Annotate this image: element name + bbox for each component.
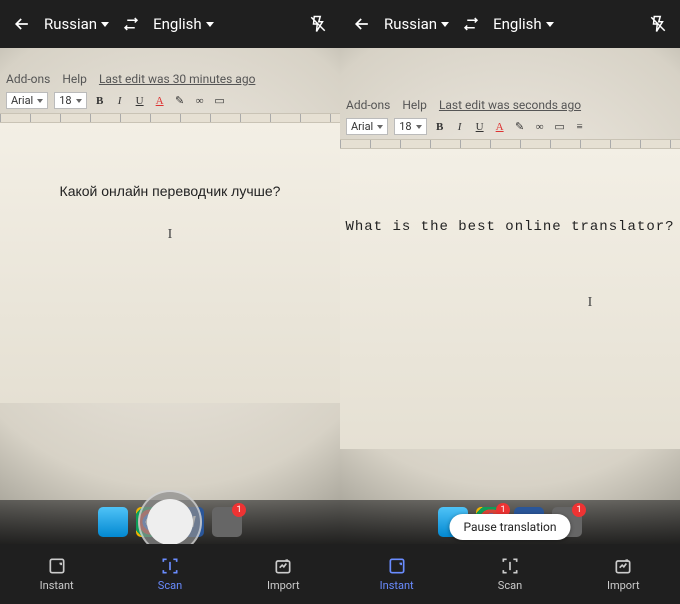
text-cursor-icon: I — [166, 227, 174, 243]
text-color-icon: A — [153, 94, 167, 108]
target-language-picker[interactable]: English — [149, 15, 218, 33]
nav-instant-label: Instant — [380, 579, 414, 592]
bold-icon: B — [93, 94, 107, 108]
source-language-label: Russian — [384, 15, 437, 33]
menu-addons: Add-ons — [6, 72, 50, 86]
nav-import-label: Import — [267, 579, 300, 592]
scan-icon — [160, 556, 180, 576]
menu-help: Help — [402, 98, 427, 112]
shutter-button[interactable] — [138, 490, 202, 544]
font-size-picker: 18 — [394, 118, 426, 135]
nav-import[interactable]: Import — [588, 556, 658, 592]
chevron-down-icon — [441, 22, 449, 27]
italic-icon: I — [113, 94, 127, 108]
nav-instant[interactable]: Instant — [362, 556, 432, 592]
scan-icon — [500, 556, 520, 576]
import-icon — [613, 556, 633, 576]
source-language-label: Russian — [44, 15, 97, 33]
pause-translation-button[interactable]: Pause translation — [449, 514, 570, 540]
left-screenshot: Russian English Add-ons Help Last edit w… — [0, 0, 340, 604]
font-picker: Arial — [6, 92, 48, 109]
font-size-picker: 18 — [54, 92, 86, 109]
dock-finder-icon — [98, 507, 128, 537]
flash-off-icon — [649, 15, 667, 33]
chevron-down-icon — [546, 22, 554, 27]
nav-import-label: Import — [607, 579, 640, 592]
chevron-down-icon — [101, 22, 109, 27]
doc-toolbar: Arial 18 B I U A ✎ ∞ ▭ — [0, 90, 340, 111]
menu-addons: Add-ons — [346, 98, 390, 112]
highlight-icon: ✎ — [513, 120, 527, 134]
doc-page: Какой онлайн переводчик лучше? I — [0, 123, 340, 403]
swap-icon — [122, 15, 140, 33]
bottom-nav: Instant Scan Import — [340, 544, 680, 604]
arrow-left-icon — [12, 14, 32, 34]
flash-toggle-button[interactable] — [300, 15, 336, 33]
nav-instant-label: Instant — [40, 579, 74, 592]
align-icon: ≡ — [573, 120, 587, 134]
image-icon: ▭ — [553, 120, 567, 134]
nav-scan-label: Scan — [498, 579, 522, 592]
right-screenshot: Russian English Add-ons Help Last edit w… — [340, 0, 680, 604]
target-language-label: English — [493, 15, 542, 33]
target-language-picker[interactable]: English — [489, 15, 558, 33]
italic-icon: I — [453, 120, 467, 134]
doc-menu-bar: Add-ons Help Last edit was 30 minutes ag… — [0, 68, 340, 90]
pause-translation-label: Pause translation — [463, 520, 556, 534]
source-language-picker[interactable]: Russian — [40, 15, 113, 33]
translator-header: Russian English — [0, 0, 340, 48]
flash-off-icon — [309, 15, 327, 33]
arrow-left-icon — [352, 14, 372, 34]
underline-icon: U — [133, 94, 147, 108]
highlight-icon: ✎ — [173, 94, 187, 108]
doc-ruler — [340, 139, 680, 149]
image-icon: ▭ — [213, 94, 227, 108]
font-picker: Arial — [346, 118, 388, 135]
text-cursor-icon: I — [586, 295, 594, 311]
import-icon — [273, 556, 293, 576]
notification-badge: 1 — [572, 503, 586, 517]
menu-help: Help — [62, 72, 87, 86]
back-button[interactable] — [4, 14, 40, 34]
text-color-icon: A — [493, 120, 507, 134]
underline-icon: U — [473, 120, 487, 134]
camera-viewfinder: Add-ons Help Last edit was seconds ago A… — [340, 48, 680, 544]
target-language-label: English — [153, 15, 202, 33]
doc-page: What is the best online translator? I — [340, 149, 680, 449]
link-icon: ∞ — [193, 94, 207, 108]
document-in-camera: Add-ons Help Last edit was 30 minutes ag… — [0, 68, 340, 403]
instant-icon — [47, 556, 67, 576]
bottom-nav: Instant Scan Import — [0, 544, 340, 604]
link-icon: ∞ — [533, 120, 547, 134]
notification-badge: 1 — [232, 503, 246, 517]
nav-scan[interactable]: Scan — [135, 556, 205, 592]
back-button[interactable] — [344, 14, 380, 34]
nav-instant[interactable]: Instant — [22, 556, 92, 592]
camera-viewfinder: Add-ons Help Last edit was 30 minutes ag… — [0, 48, 340, 544]
document-in-camera: Add-ons Help Last edit was seconds ago A… — [340, 94, 680, 449]
swap-languages-button[interactable] — [113, 15, 149, 33]
source-language-picker[interactable]: Russian — [380, 15, 453, 33]
swap-icon — [462, 15, 480, 33]
flash-toggle-button[interactable] — [640, 15, 676, 33]
doc-text-line: Какой онлайн переводчик лучше? — [0, 183, 340, 199]
doc-text-line: What is the best online translator? — [340, 219, 680, 235]
nav-scan[interactable]: Scan — [475, 556, 545, 592]
last-edit-text: Last edit was 30 minutes ago — [99, 72, 255, 86]
chevron-down-icon — [206, 22, 214, 27]
doc-menu-bar: Add-ons Help Last edit was seconds ago — [340, 94, 680, 116]
bold-icon: B — [433, 120, 447, 134]
instant-icon — [387, 556, 407, 576]
shutter-inner — [147, 499, 193, 544]
last-edit-text: Last edit was seconds ago — [439, 98, 581, 112]
nav-scan-label: Scan — [158, 579, 182, 592]
doc-toolbar: Arial 18 B I U A ✎ ∞ ▭ ≡ — [340, 116, 680, 137]
swap-languages-button[interactable] — [453, 15, 489, 33]
doc-ruler — [0, 113, 340, 123]
nav-import[interactable]: Import — [248, 556, 318, 592]
translator-header: Russian English — [340, 0, 680, 48]
